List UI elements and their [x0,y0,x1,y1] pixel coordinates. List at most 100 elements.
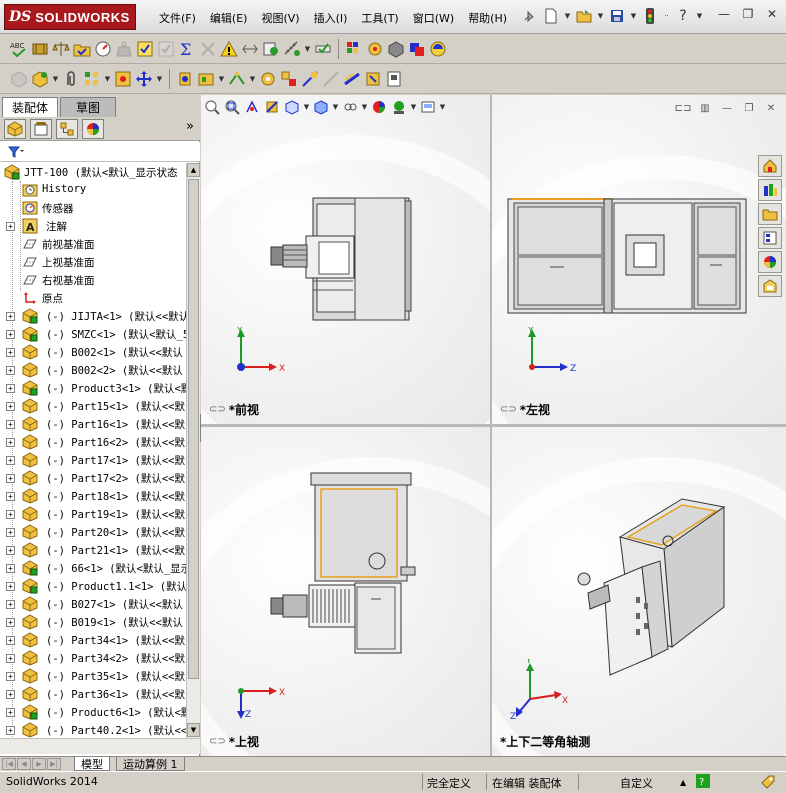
ruler-check-icon[interactable] [314,40,332,58]
tree-item[interactable]: + A 注解 [0,217,186,235]
tree-item[interactable]: + (-) Part15<1> (默认<<默 [0,397,186,415]
tab-model[interactable]: 模型 [74,757,110,771]
scroll-down-icon[interactable]: ▼ [187,723,200,737]
file-explorer-icon[interactable] [758,203,782,225]
open-folder-icon[interactable] [575,7,593,25]
menu-help[interactable]: 帮助(H) [461,10,514,26]
check-interference-icon[interactable] [199,40,217,58]
viewport-front[interactable]: Y X ⊂⊃ *前视 [201,95,490,424]
expand-toggle-icon[interactable]: + [6,564,15,573]
large-design-icon[interactable] [364,70,382,88]
close-view-icon[interactable]: ✕ [764,101,778,115]
more-tabs-icon[interactable]: » [186,119,194,134]
expand-toggle-icon[interactable]: + [6,582,15,591]
prev-tab-icon[interactable]: ◀ [17,758,31,770]
tree-item[interactable]: + (-) Part34<2> (默认<<默 [0,649,186,667]
first-tab-icon[interactable]: |◀ [2,758,16,770]
clearance-icon[interactable] [241,40,259,58]
explode-line-icon[interactable] [301,70,319,88]
tree-item[interactable]: + (-) Part17<1> (默认<<默 [0,451,186,469]
tree-item[interactable]: 传感器 [0,199,186,217]
checkbox-disabled-icon[interactable] [157,40,175,58]
restore-icon[interactable]: ❐ [738,6,758,22]
display-style-dropdown-icon[interactable]: ▼ [332,103,339,111]
next-tab-icon[interactable]: ▶ [32,758,46,770]
reference-geometry-icon[interactable] [228,70,246,88]
design-library-icon[interactable] [758,179,782,201]
move-dropdown-icon[interactable]: ▼ [156,75,163,83]
viewport-isometric[interactable]: Y X Z *上下二等角轴测 [492,427,786,756]
tree-item[interactable]: + (-) Part20<1> (默认<<默 [0,523,186,541]
scene-dropdown-icon[interactable]: ▼ [410,103,417,111]
color-palette-icon[interactable] [345,40,363,58]
tree-item[interactable]: + (-) Part40.2<1> (默认<< [0,721,186,738]
status-units[interactable]: 自定义 [620,775,653,791]
gear-icon[interactable] [259,70,277,88]
view-settings-icon[interactable] [419,98,437,116]
insert-component-icon[interactable] [10,70,28,88]
move-component-icon[interactable] [135,70,153,88]
viewport-splitter-horizontal[interactable] [201,424,786,427]
tree-item[interactable]: + (-) Part36<1> (默认<<默 [0,685,186,703]
new-part-icon[interactable] [31,70,49,88]
show-hidden-icon[interactable] [176,70,194,88]
restore-view-icon[interactable]: ❐ [742,101,756,115]
minimize-icon[interactable]: — [714,6,734,22]
new-document-icon[interactable] [542,7,560,25]
linear-pattern-icon[interactable] [83,70,101,88]
measure-icon[interactable] [283,40,301,58]
smart-fastener-icon[interactable] [114,70,132,88]
appearances-scenes-icon[interactable] [758,251,782,273]
tree-item[interactable]: + (-) Product1.1<1> (默认< [0,577,186,595]
menu-view[interactable]: 视图(V) [254,10,306,26]
tree-root[interactable]: JTT-100 (默认<默认_显示状态 [0,163,186,181]
close-icon[interactable]: ✕ [762,6,782,22]
tree-item[interactable]: + (-) Part34<1> (默认<<默 [0,631,186,649]
reference-dropdown-icon[interactable]: ▼ [249,75,256,83]
solidworks-logo[interactable]: DS SOLIDWORKS [4,4,136,30]
features-dropdown-icon[interactable]: ▼ [218,75,225,83]
tree-item[interactable]: + (-) B027<1> (默认<<默认 [0,595,186,613]
expand-toggle-icon[interactable]: + [6,672,15,681]
tree-filter[interactable] [0,142,200,162]
minimize-view-icon[interactable]: — [720,101,734,115]
tree-item[interactable]: 原点 [0,289,186,307]
tree-item[interactable]: + (-) Product6<1> (默认<默 [0,703,186,721]
folder-check-icon[interactable] [73,40,91,58]
tree-item[interactable]: 上视基准面 [0,253,186,271]
expand-toggle-icon[interactable]: + [6,510,15,519]
weight-icon[interactable] [115,40,133,58]
tree-item[interactable]: + (-) SMZC<1> (默认<默认_5 [0,325,186,343]
expand-toggle-icon[interactable]: + [6,384,15,393]
warning-icon[interactable] [220,40,238,58]
tab-sketch[interactable]: 草图 [60,97,116,117]
expand-toggle-icon[interactable]: + [6,690,15,699]
save-icon[interactable] [608,7,626,25]
photo-view-icon[interactable] [429,40,447,58]
filter-icon[interactable] [8,146,24,158]
menu-file[interactable]: 文件(F) [152,10,203,26]
tree-item[interactable]: + (-) Part16<1> (默认<<默 [0,415,186,433]
expand-toggle-icon[interactable]: + [6,330,15,339]
appearance-icon[interactable] [366,40,384,58]
stack-cubes-icon[interactable] [408,40,426,58]
zoom-to-fit-icon[interactable] [203,98,221,116]
pin-icon[interactable] [520,7,538,25]
render-icon[interactable] [387,40,405,58]
expand-toggle-icon[interactable]: + [6,492,15,501]
assembly-features-icon[interactable] [197,70,215,88]
viewport-left[interactable]: Y Z ⊂⊃ *左视 [492,95,786,424]
help-dropdown-icon[interactable]: ▼ [696,12,703,20]
tree-item[interactable]: + (-) Part18<1> (默认<<默 [0,487,186,505]
display-style-icon[interactable] [312,98,330,116]
tree-item[interactable]: + (-) Product3<1> (默认<默 [0,379,186,397]
apply-scene-icon[interactable] [390,98,408,116]
expand-toggle-icon[interactable]: + [6,222,15,231]
paperclip-icon[interactable] [62,70,80,88]
solidworks-resources-icon[interactable] [758,155,782,177]
viewport-top[interactable]: X Z ⊂⊃ *上视 [201,427,490,756]
expand-toggle-icon[interactable]: + [6,420,15,429]
tree-item[interactable]: + (-) B002<1> (默认<<默认 [0,343,186,361]
display-manager-tab-icon[interactable] [82,118,104,139]
tree-item[interactable]: 右视基准面 [0,271,186,289]
